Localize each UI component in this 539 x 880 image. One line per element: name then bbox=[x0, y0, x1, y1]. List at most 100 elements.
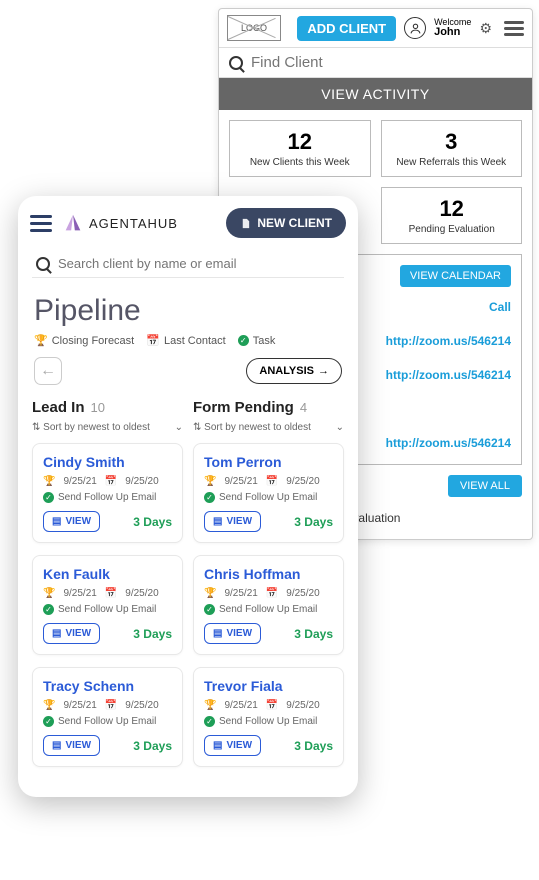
view-button[interactable]: ▤VIEW bbox=[43, 511, 100, 532]
search-icon bbox=[36, 257, 50, 271]
check-icon: ✓ bbox=[204, 492, 215, 503]
view-all-button[interactable]: VIEW ALL bbox=[448, 475, 522, 497]
view-button[interactable]: ▤VIEW bbox=[43, 735, 100, 756]
card-dates: 🏆9/25/21📅9/25/20 bbox=[204, 476, 333, 487]
pipeline-column: Form Pending4 ⇅ Sort by newest to oldest… bbox=[193, 399, 344, 779]
check-icon: ✓ bbox=[43, 604, 54, 615]
hamburger-icon[interactable] bbox=[30, 211, 52, 236]
search-bar bbox=[32, 250, 344, 278]
client-card: Trevor Fiala 🏆9/25/21📅9/25/20 ✓Send Foll… bbox=[193, 667, 344, 767]
file-icon bbox=[240, 218, 251, 229]
card-task: ✓Send Follow Up Email bbox=[204, 716, 333, 727]
chevron-down-icon: ⌄ bbox=[175, 422, 183, 433]
new-client-button[interactable]: NEW CLIENT bbox=[226, 208, 346, 238]
analysis-button[interactable]: ANALYSIS→ bbox=[246, 358, 342, 384]
card-footer: ▤VIEW 3 Days bbox=[204, 735, 333, 756]
card-task: ✓Send Follow Up Email bbox=[204, 604, 333, 615]
avatar[interactable] bbox=[404, 17, 426, 39]
welcome-block: Welcome John bbox=[434, 18, 471, 38]
legend-task: ✓Task bbox=[238, 334, 276, 347]
days-label: 3 Days bbox=[133, 515, 172, 529]
hamburger-icon[interactable] bbox=[504, 18, 524, 39]
column-count: 4 bbox=[300, 400, 307, 415]
front-panel: AGENTAHUB NEW CLIENT Pipeline 🏆Closing F… bbox=[18, 196, 358, 797]
client-name[interactable]: Tracy Schenn bbox=[43, 678, 172, 694]
brand-text: AGENTAHUB bbox=[89, 216, 178, 231]
client-name[interactable]: Chris Hoffman bbox=[204, 566, 333, 582]
trophy-icon: 🏆 bbox=[43, 700, 55, 711]
stat-card: 3New Referrals this Week bbox=[381, 120, 523, 177]
client-name[interactable]: Cindy Smith bbox=[43, 454, 172, 470]
find-client-input[interactable] bbox=[251, 54, 522, 71]
card-footer: ▤VIEW 3 Days bbox=[43, 735, 172, 756]
stat-label: Pending Evaluation bbox=[386, 224, 517, 235]
search-input[interactable] bbox=[58, 256, 340, 271]
client-card: Ken Faulk 🏆9/25/21📅9/25/20 ✓Send Follow … bbox=[32, 555, 183, 655]
nav-row: ← ANALYSIS→ bbox=[34, 357, 342, 385]
zoom-link[interactable]: http://zoom.us/546214 bbox=[386, 436, 511, 450]
search-icon bbox=[229, 56, 243, 70]
trophy-icon: 🏆 bbox=[43, 476, 55, 487]
client-name[interactable]: Ken Faulk bbox=[43, 566, 172, 582]
zoom-link[interactable]: http://zoom.us/546214 bbox=[386, 334, 511, 348]
card-task: ✓Send Follow Up Email bbox=[43, 492, 172, 503]
view-button[interactable]: ▤VIEW bbox=[43, 623, 100, 644]
card-dates: 🏆9/25/21📅9/25/20 bbox=[43, 476, 172, 487]
card-dates: 🏆9/25/21📅9/25/20 bbox=[43, 700, 172, 711]
column-header: Form Pending4 bbox=[193, 399, 344, 416]
calendar-icon: 📅 bbox=[105, 476, 117, 487]
view-calendar-button[interactable]: VIEW CALENDAR bbox=[400, 265, 511, 287]
trophy-icon: 🏆 bbox=[204, 700, 216, 711]
card-dates: 🏆9/25/21📅9/25/20 bbox=[204, 700, 333, 711]
days-label: 3 Days bbox=[294, 739, 333, 753]
arrow-right-icon: → bbox=[318, 365, 329, 377]
client-name[interactable]: Tom Perron bbox=[204, 454, 333, 470]
client-card: Chris Hoffman 🏆9/25/21📅9/25/20 ✓Send Fol… bbox=[193, 555, 344, 655]
sort-dropdown[interactable]: ⇅ Sort by newest to oldest⌄ bbox=[193, 422, 344, 433]
stats-row-1: 12New Clients this Week3New Referrals th… bbox=[219, 110, 532, 187]
find-client-bar bbox=[219, 47, 532, 78]
front-header: AGENTAHUB NEW CLIENT bbox=[30, 208, 346, 238]
client-card: Tom Perron 🏆9/25/21📅9/25/20 ✓Send Follow… bbox=[193, 443, 344, 543]
zoom-link[interactable]: http://zoom.us/546214 bbox=[386, 368, 511, 382]
new-client-label: NEW CLIENT bbox=[257, 216, 332, 230]
stat-number: 12 bbox=[386, 196, 517, 222]
client-name[interactable]: Trevor Fiala bbox=[204, 678, 333, 694]
legend-contact: 📅Last Contact bbox=[146, 334, 225, 347]
card-task: ✓Send Follow Up Email bbox=[43, 604, 172, 615]
check-icon: ✓ bbox=[204, 716, 215, 727]
card-task: ✓Send Follow Up Email bbox=[43, 716, 172, 727]
card-footer: ▤VIEW 3 Days bbox=[43, 623, 172, 644]
view-button[interactable]: ▤VIEW bbox=[204, 623, 261, 644]
page-title: Pipeline bbox=[34, 294, 342, 328]
file-icon: ▤ bbox=[52, 628, 61, 639]
pipeline-column: Lead In10 ⇅ Sort by newest to oldest⌄ Ci… bbox=[32, 399, 183, 779]
gear-icon[interactable]: ⚙ bbox=[479, 20, 492, 37]
view-activity-bar[interactable]: VIEW ACTIVITY bbox=[219, 78, 532, 110]
trophy-icon: 🏆 bbox=[204, 476, 216, 487]
sort-dropdown[interactable]: ⇅ Sort by newest to oldest⌄ bbox=[32, 422, 183, 433]
stat-card: 12New Clients this Week bbox=[229, 120, 371, 177]
view-button[interactable]: ▤VIEW bbox=[204, 735, 261, 756]
chevron-down-icon: ⌄ bbox=[336, 422, 344, 433]
card-task: ✓Send Follow Up Email bbox=[204, 492, 333, 503]
logo-placeholder: LOGO bbox=[227, 15, 281, 41]
file-icon: ▤ bbox=[52, 516, 61, 527]
welcome-name: John bbox=[434, 26, 460, 38]
calendar-icon: 📅 bbox=[266, 476, 278, 487]
add-client-button[interactable]: ADD CLIENT bbox=[297, 16, 396, 41]
view-button[interactable]: ▤VIEW bbox=[204, 511, 261, 532]
file-icon: ▤ bbox=[213, 516, 222, 527]
back-button[interactable]: ← bbox=[34, 357, 62, 385]
column-count: 10 bbox=[91, 400, 105, 415]
client-card: Tracy Schenn 🏆9/25/21📅9/25/20 ✓Send Foll… bbox=[32, 667, 183, 767]
days-label: 3 Days bbox=[133, 739, 172, 753]
call-link[interactable]: Call bbox=[489, 300, 511, 314]
file-icon: ▤ bbox=[213, 628, 222, 639]
days-label: 3 Days bbox=[133, 627, 172, 641]
stat-card: 12 Pending Evaluation bbox=[381, 187, 522, 244]
pipeline-columns: Lead In10 ⇅ Sort by newest to oldest⌄ Ci… bbox=[32, 399, 344, 779]
calendar-icon: 📅 bbox=[105, 588, 117, 599]
trophy-icon: 🏆 bbox=[43, 588, 55, 599]
days-label: 3 Days bbox=[294, 627, 333, 641]
